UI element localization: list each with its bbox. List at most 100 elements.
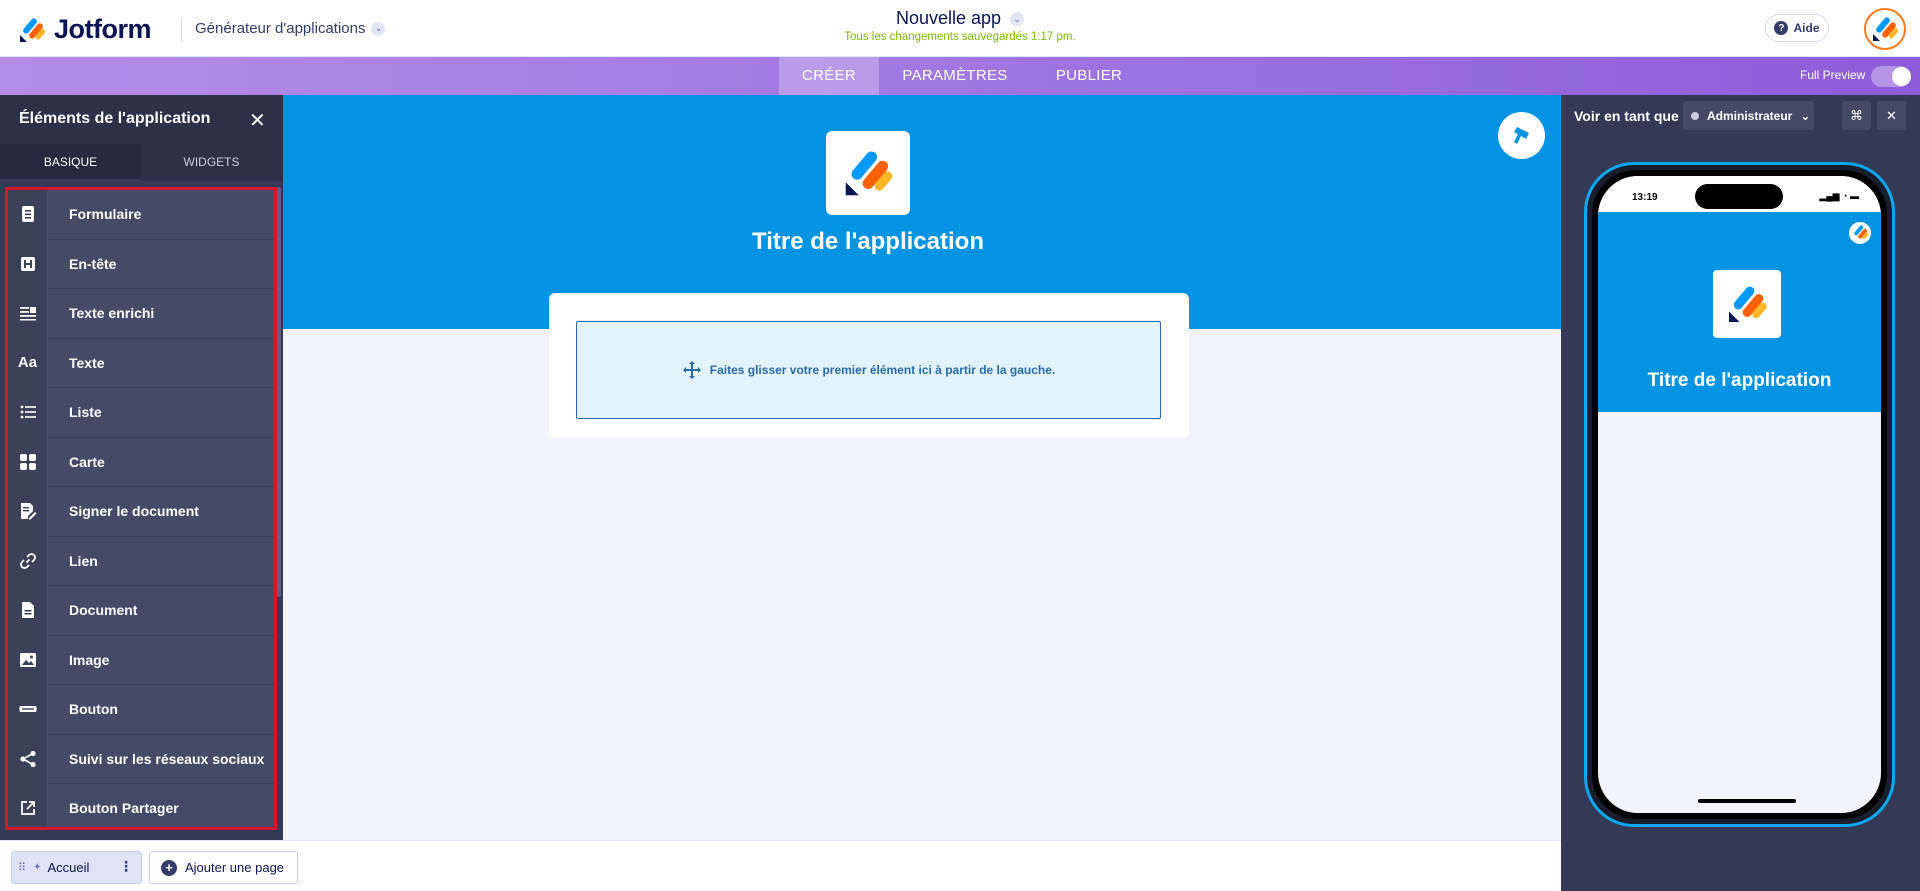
element-label: Document [69,602,138,619]
sign-document-icon [8,487,47,536]
phone-frame: 13:19 ▂▄▆ ◔ ▬ Titre de l'application [1592,170,1887,819]
panel-scrollbar[interactable] [277,187,281,597]
tab-publish[interactable]: PUBLIER [1039,57,1139,95]
heading-icon [8,239,47,288]
element-heading[interactable]: En-tête [8,239,274,289]
qr-code-icon: ⌘ [1850,107,1863,123]
element-rich-text[interactable]: Texte enrichi [8,289,274,339]
phone-preview: 13:19 ▂▄▆ ◔ ▬ Titre de l'application [1584,162,1895,827]
chevron-down-icon: ⌄ [1010,12,1025,27]
save-status: Tous les changements sauvegardés 1:17 pm… [844,31,1076,43]
app-title-menu[interactable]: Nouvelle app ⌄ [0,8,1920,29]
more-options-icon[interactable]: ⋮ [119,858,133,875]
card-icon [8,437,47,486]
panel-title: Éléments de l'application [19,110,211,127]
tab-settings[interactable]: PARAMÈTRES [889,57,1021,95]
element-share-button[interactable]: Bouton Partager [8,784,274,827]
app-elements-panel: Éléments de l'application ✕ BASIQUE WIDG… [0,95,283,840]
status-icons: ▂▄▆ ◔ ▬ [1819,191,1859,201]
element-document[interactable]: Document [8,586,274,636]
elements-list: Formulaire En-tête Texte enrichi Aa Text… [5,187,277,830]
pages-bar: ⠿ ✦ Accueil ⋮ + Ajouter une page [0,840,1561,891]
form-icon [8,190,47,239]
preview-panel: Voir en tant que Administrateur ⌄ ⌘ ✕ 13… [1561,95,1920,891]
top-header: Jotform Générateur d'applications ⌄ Nouv… [0,0,1920,57]
element-label: Signer le document [69,503,199,520]
status-time: 13:19 [1632,192,1658,203]
drop-hint: Faites glisser votre premier élément ici… [709,363,1056,377]
avatar[interactable] [1864,8,1906,50]
drop-zone[interactable]: Faites glisser votre premier élément ici… [576,321,1161,419]
move-icon [682,361,701,379]
rich-text-icon [8,289,47,338]
element-label: Bouton Partager [69,800,179,817]
home-indicator [1698,799,1796,803]
close-icon: ✕ [1886,107,1897,123]
plus-icon: + [161,859,177,876]
element-label: Liste [69,404,102,421]
element-button[interactable]: Bouton [8,685,274,735]
image-icon [8,635,47,684]
element-label: Suivi sur les réseaux sociaux [69,750,265,767]
help-label: Aide [1793,21,1820,35]
view-as-label: Voir en tant que [1574,108,1679,124]
link-icon [8,536,47,585]
external-share-icon [8,784,47,827]
help-icon: ? [1774,21,1789,35]
list-icon [8,388,47,437]
page-label: Accueil [47,860,90,875]
app-designer-button[interactable] [1498,112,1545,159]
element-image[interactable]: Image [8,635,274,685]
button-icon [8,685,47,734]
element-label: Texte [69,354,105,371]
element-social-follow[interactable]: Suivi sur les réseaux sociaux [8,734,274,784]
help-button[interactable]: ? Aide [1765,14,1829,42]
home-icon: ✦ [33,862,42,873]
close-icon[interactable]: ✕ [249,108,266,133]
element-form[interactable]: Formulaire [8,190,274,240]
preview-avatar-icon [1847,220,1873,246]
tab-create[interactable]: CRÉER [779,57,879,95]
avatar-logo-icon [1873,17,1899,41]
builder-nav: CRÉER PARAMÈTRES PUBLIER Full Preview [0,57,1920,95]
preview-app-title: Titre de l'application [1647,370,1832,391]
phone-screen[interactable]: 13:19 ▂▄▆ ◔ ▬ Titre de l'application [1598,176,1881,813]
element-label: Texte enrichi [69,305,155,322]
element-link[interactable]: Lien [8,536,274,586]
element-label: Image [69,651,110,668]
app-title[interactable]: Titre de l'application [283,228,1453,256]
element-label: Carte [69,453,105,470]
app-logo[interactable] [826,131,910,215]
chevron-down-icon: ⌄ [1800,108,1811,123]
add-page-button[interactable]: + Ajouter une page [149,851,298,884]
page-tab-home[interactable]: ⠿ ✦ Accueil ⋮ [11,851,142,884]
app-title-text: Nouvelle app [895,8,1002,28]
panel-tabs: BASIQUE WIDGETS [0,144,283,181]
role-dot-icon [1691,111,1699,120]
full-preview-label: Full Preview [1800,68,1866,82]
preview-hero: Titre de l'application [1598,212,1881,412]
role-value: Administrateur [1707,108,1793,123]
element-list[interactable]: Liste [8,388,274,438]
full-preview-toggle[interactable] [1871,66,1911,87]
share-icon [8,734,47,783]
phone-status-bar: 13:19 ▂▄▆ ◔ ▬ [1598,176,1881,212]
toggle-knob [1892,67,1911,86]
add-page-label: Ajouter une page [185,860,285,875]
tab-widgets[interactable]: WIDGETS [141,144,282,181]
document-icon [8,586,47,635]
tab-basic[interactable]: BASIQUE [0,144,141,181]
element-sign-document[interactable]: Signer le document [8,487,274,537]
drag-handle-icon[interactable]: ⠿ [18,861,26,874]
element-card[interactable]: Carte [8,437,274,487]
element-text[interactable]: Aa Texte [8,338,274,388]
text-icon: Aa [8,338,47,387]
element-label: En-tête [69,255,117,272]
role-select[interactable]: Administrateur ⌄ [1683,101,1814,130]
preview-app-logo [1713,270,1781,338]
close-preview-button[interactable]: ✕ [1877,101,1906,130]
app-canvas: Titre de l'application Faites glisser vo… [283,95,1561,840]
preview-logo-icon [1729,286,1767,322]
qr-code-button[interactable]: ⌘ [1842,101,1871,130]
element-label: Lien [69,552,98,569]
